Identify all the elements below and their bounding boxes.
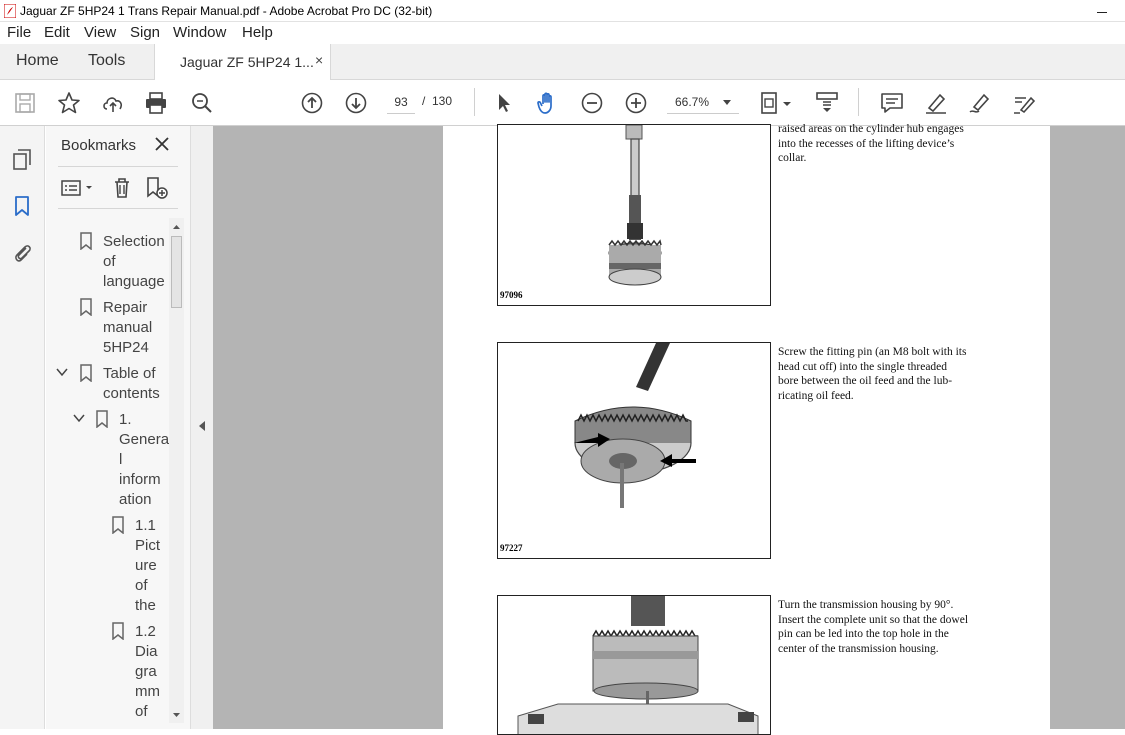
print-icon[interactable] xyxy=(143,90,169,116)
bookmarks-header: Bookmarks xyxy=(61,137,137,154)
figure-transmission-housing xyxy=(497,595,771,735)
page-thumbnails-icon[interactable] xyxy=(10,148,34,172)
select-arrow-icon[interactable] xyxy=(491,90,517,116)
zoom-level-value: 66.7% xyxy=(675,95,710,109)
toolbar-divider xyxy=(858,88,859,116)
bookmark-table-of-contents[interactable]: Table of contents xyxy=(103,364,160,404)
close-tab-icon[interactable]: × xyxy=(315,52,323,68)
figure-photo xyxy=(574,343,696,508)
scroll-down-icon[interactable] xyxy=(171,710,182,720)
delete-bookmark-icon[interactable] xyxy=(110,176,134,200)
bookmark-diagram-of[interactable]: 1.2 Dia gra mm of xyxy=(135,622,160,722)
figure-text-3: Turn the transmission housing by 90°. In… xyxy=(778,599,969,655)
figure-97096: 97096 xyxy=(497,124,771,306)
bookmark-icon xyxy=(112,516,124,534)
tab-home[interactable]: Home xyxy=(16,52,59,70)
next-page-icon[interactable] xyxy=(343,90,369,116)
close-icon[interactable] xyxy=(154,136,170,152)
tab-bar: Home Tools Jaguar ZF 5HP24 1... × xyxy=(0,44,1125,81)
previous-page-icon[interactable] xyxy=(299,90,325,116)
figure-photo xyxy=(517,596,759,734)
page-separator: / xyxy=(422,94,426,108)
bookmark-icon xyxy=(80,298,92,316)
figure-text-2: Screw the fitting pin (an M8 bolt with i… xyxy=(778,346,967,402)
draw-tool-icon[interactable] xyxy=(967,90,993,116)
tab-tools[interactable]: Tools xyxy=(88,52,125,70)
new-bookmark-icon[interactable] xyxy=(144,176,170,200)
save-icon[interactable] xyxy=(12,90,38,116)
bookmark-tree: Selection of language Repair manual 5HP2… xyxy=(46,218,170,723)
bookmark-selection-of-language[interactable]: Selection of language xyxy=(103,232,165,292)
figure-caption: 97227 xyxy=(500,543,523,553)
highlight-pen-icon[interactable] xyxy=(923,90,949,116)
menu-view[interactable]: View xyxy=(84,24,116,41)
figure-text-1: raised areas on the cylinder hub engages… xyxy=(778,123,964,164)
toolbar-divider xyxy=(474,88,475,116)
panel-divider xyxy=(58,208,178,209)
bookmark-icon xyxy=(80,364,92,382)
navigation-rail xyxy=(0,126,45,729)
page-number-input[interactable]: 93 xyxy=(387,90,415,114)
menu-help[interactable]: Help xyxy=(242,24,273,41)
zoom-search-icon[interactable] xyxy=(189,90,215,116)
tab-document[interactable]: Jaguar ZF 5HP24 1... × xyxy=(154,44,331,81)
bookmark-panel-icon[interactable] xyxy=(10,194,34,218)
hand-tool-icon[interactable] xyxy=(535,90,561,116)
zoom-level-select[interactable]: 66.7% xyxy=(667,90,739,114)
menu-window[interactable]: Window xyxy=(173,24,226,41)
minimize-button[interactable] xyxy=(1080,0,1120,22)
bookmark-icon xyxy=(80,232,92,250)
menu-file[interactable]: File xyxy=(7,24,31,41)
bookmark-icon xyxy=(112,622,124,640)
zoom-out-icon[interactable] xyxy=(579,90,605,116)
acrobat-app-icon xyxy=(4,4,16,18)
window-title: Jaguar ZF 5HP24 1 Trans Repair Manual.pd… xyxy=(20,4,433,18)
panel-splitter[interactable] xyxy=(190,126,213,729)
figure-caption: 97096 xyxy=(500,290,523,300)
cloud-upload-icon[interactable] xyxy=(100,90,126,116)
tab-document-label: Jaguar ZF 5HP24 1... xyxy=(180,54,314,70)
title-bar: Jaguar ZF 5HP24 1 Trans Repair Manual.pd… xyxy=(0,0,1125,22)
chevron-down-icon xyxy=(723,100,731,105)
comment-icon[interactable] xyxy=(879,90,905,116)
figure-97227: 97227 xyxy=(497,342,771,559)
collapse-panel-icon[interactable] xyxy=(199,421,205,431)
chevron-down-icon[interactable] xyxy=(56,366,68,378)
main-toolbar: 93 / 130 66.7% xyxy=(0,80,1125,126)
document-viewport[interactable]: 97096 raised areas on the cylinder hub e… xyxy=(213,123,1125,735)
panel-divider xyxy=(58,166,178,167)
chevron-down-icon[interactable] xyxy=(73,412,85,424)
figure-photo xyxy=(608,125,662,286)
menu-sign[interactable]: Sign xyxy=(130,24,160,41)
menu-bar: File Edit View Sign Window Help xyxy=(0,22,1125,44)
attachments-icon[interactable] xyxy=(10,240,34,264)
bookmark-repair-manual[interactable]: Repair manual 5HP24 xyxy=(103,298,152,358)
fill-sign-icon[interactable] xyxy=(1011,90,1037,116)
scroll-mode-icon[interactable] xyxy=(814,90,840,116)
bookmark-icon xyxy=(96,410,108,428)
page-layout-icon[interactable] xyxy=(759,90,795,116)
bookmark-general-information[interactable]: 1. Genera l inform ation xyxy=(119,410,169,510)
scroll-up-icon[interactable] xyxy=(171,222,182,232)
bookmarks-scroll-thumb[interactable] xyxy=(171,236,182,308)
star-icon[interactable] xyxy=(56,90,82,116)
total-pages: 130 xyxy=(432,94,453,108)
bookmark-picture-of-the[interactable]: 1.1 Pict ure of the xyxy=(135,516,160,616)
bookmark-options-icon[interactable] xyxy=(60,176,96,200)
zoom-in-icon[interactable] xyxy=(623,90,649,116)
menu-edit[interactable]: Edit xyxy=(44,24,70,41)
pdf-page: 97096 raised areas on the cylinder hub e… xyxy=(443,123,1050,735)
